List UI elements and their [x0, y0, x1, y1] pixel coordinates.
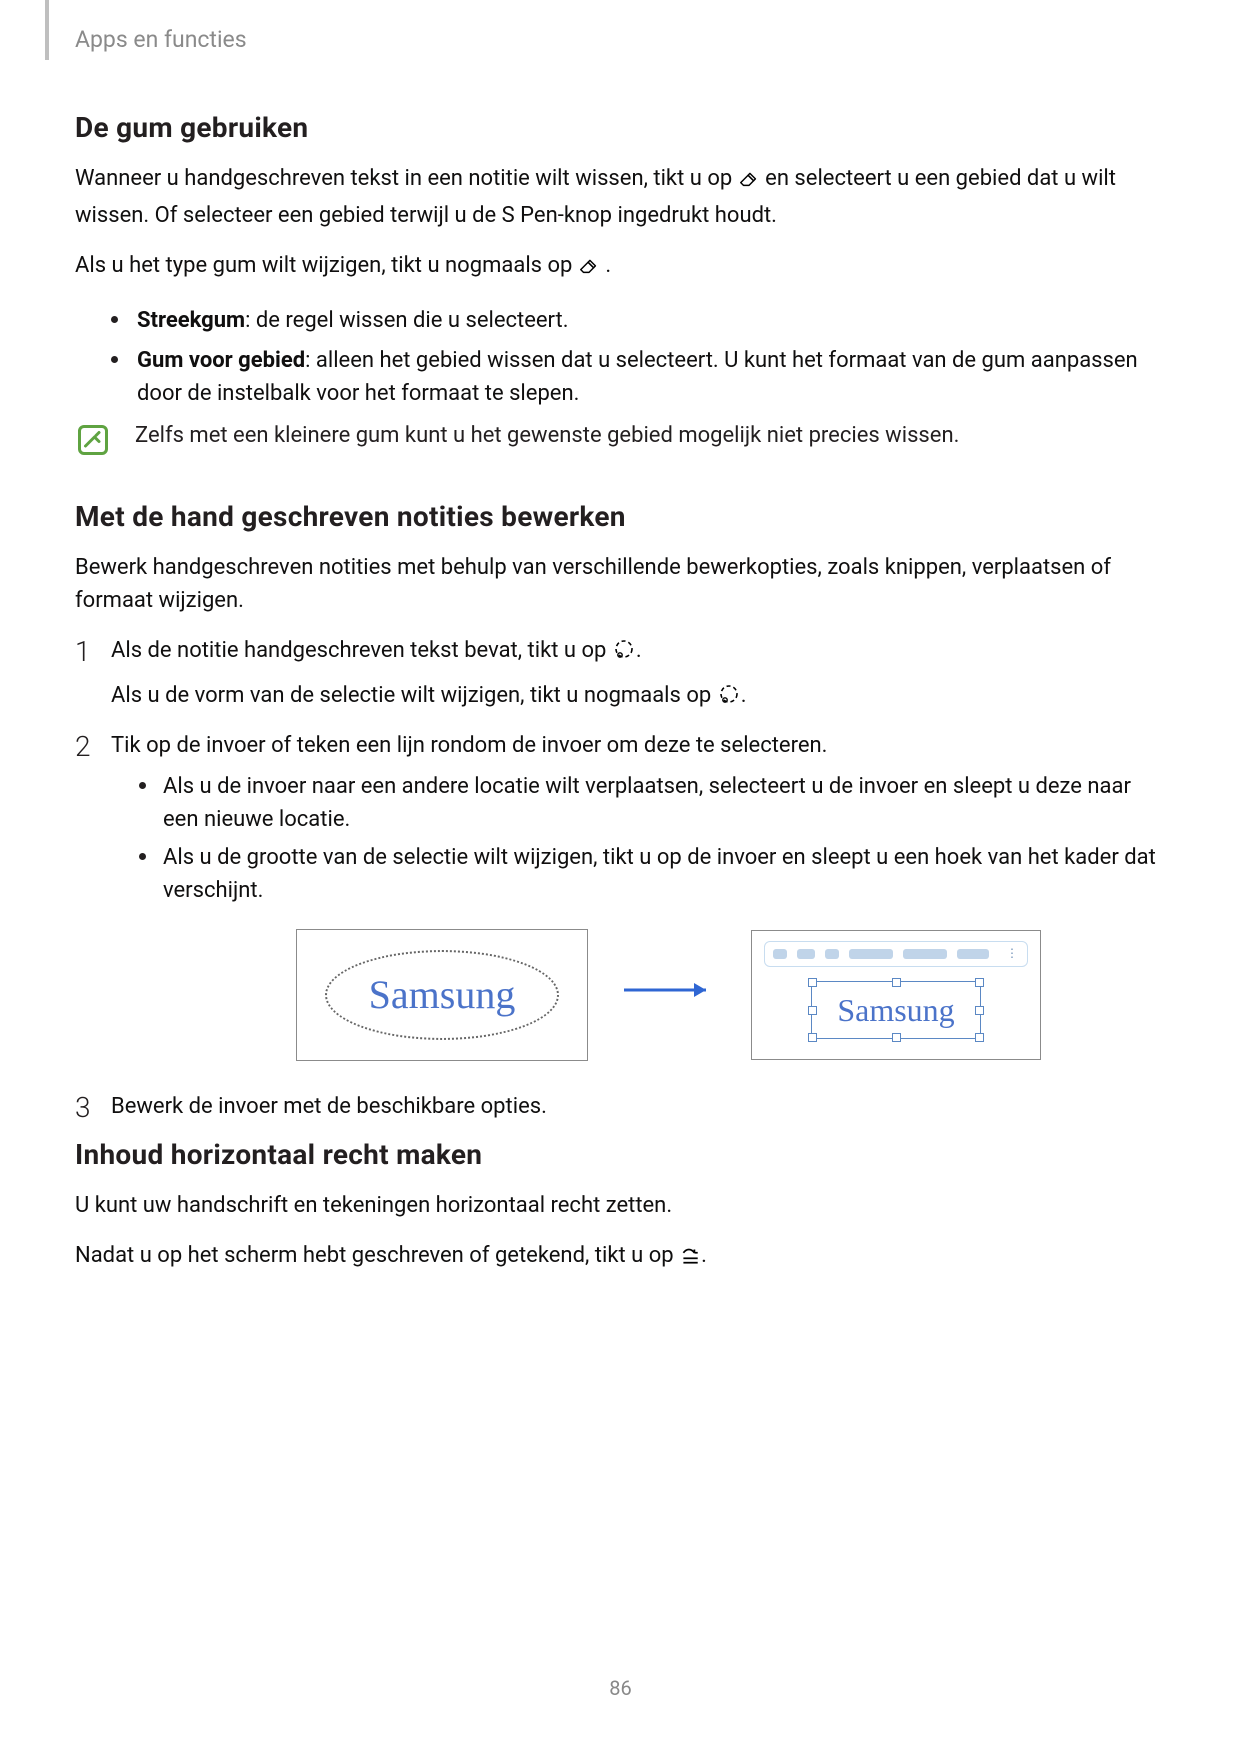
- more-icon: ⋮: [1006, 945, 1019, 963]
- paragraph: Bewerk de invoer met de beschikbare opti…: [111, 1091, 1166, 1124]
- heading-edit-handwriting: Met de hand geschreven notities bewerken: [75, 500, 1166, 533]
- eraser-icon: [578, 254, 600, 287]
- paragraph: Als de notitie handgeschreven tekst beva…: [111, 635, 1166, 672]
- straighten-icon: [679, 1244, 701, 1277]
- selection-toolbar: ⋮: [764, 941, 1028, 967]
- text: Nadat u op het scherm hebt geschreven of…: [75, 1243, 679, 1268]
- illustration-before: Samsung: [296, 929, 588, 1061]
- heading-gum: De gum gebruiken: [75, 111, 1166, 144]
- text: .: [636, 638, 642, 663]
- step-number: 2: [75, 726, 91, 767]
- list-item-term: Streekgum: [137, 308, 245, 333]
- list-item: Als u de invoer naar een andere locatie …: [139, 771, 1166, 836]
- header-accent-rule: [45, 0, 49, 60]
- step-number: 3: [75, 1087, 91, 1128]
- step-item: 1 Als de notitie handgeschreven tekst be…: [75, 635, 1166, 716]
- paragraph: U kunt uw handschrift en tekeningen hori…: [75, 1190, 1166, 1223]
- page-number: 86: [0, 1676, 1241, 1700]
- handwriting-sample: Samsung: [369, 975, 516, 1015]
- text: Als u de vorm van de selectie wilt wijzi…: [111, 683, 717, 708]
- text: .: [701, 1243, 707, 1268]
- paragraph: Bewerk handgeschreven notities met behul…: [75, 552, 1166, 617]
- list-item-rest: : de regel wissen die u selecteert.: [245, 308, 568, 333]
- text: Als de notitie handgeschreven tekst beva…: [111, 638, 612, 663]
- paragraph: Als u het type gum wilt wijzigen, tikt u…: [75, 250, 1166, 287]
- section-breadcrumb: Apps en functies: [75, 0, 1166, 111]
- illustration: Samsung ⋮ Samsung: [171, 929, 1166, 1061]
- note-text: Zelfs met een kleinere gum kunt u het ge…: [135, 420, 959, 452]
- paragraph: Nadat u op het scherm hebt geschreven of…: [75, 1240, 1166, 1277]
- text: .: [741, 683, 747, 708]
- lasso-icon: [717, 682, 741, 717]
- paragraph: Als u de vorm van de selectie wilt wijzi…: [111, 680, 1166, 717]
- step-item: 3 Bewerk de invoer met de beschikbare op…: [75, 1091, 1166, 1124]
- heading-straighten: Inhoud horizontaal recht maken: [75, 1138, 1166, 1171]
- step-item: 2 Tik op de invoer of teken een lijn ron…: [75, 730, 1166, 1061]
- list-item-term: Gum voor gebied: [137, 348, 305, 373]
- handwriting-sample: Samsung: [837, 994, 954, 1026]
- list-item: Streekgum: de regel wissen die u selecte…: [111, 305, 1166, 338]
- selection-bounding-box: Samsung: [811, 981, 981, 1039]
- lasso-selection-outline: Samsung: [325, 950, 559, 1040]
- text: Wanneer u handgeschreven tekst in een no…: [75, 166, 738, 191]
- text: Als u het type gum wilt wijzigen, tikt u…: [75, 253, 578, 278]
- list-item: Gum voor gebied: alleen het gebied wisse…: [111, 345, 1166, 410]
- illustration-after: ⋮ Samsung: [751, 930, 1041, 1060]
- lasso-icon: [612, 637, 636, 672]
- paragraph: Wanneer u handgeschreven tekst in een no…: [75, 163, 1166, 232]
- note-icon: [75, 422, 111, 462]
- paragraph: Tik op de invoer of teken een lijn rondo…: [111, 730, 1166, 763]
- text: .: [605, 253, 611, 278]
- list-item: Als u de grootte van de selectie wilt wi…: [139, 842, 1166, 907]
- step-number: 1: [75, 631, 91, 672]
- arrow-right-icon: [622, 978, 717, 1013]
- eraser-icon: [738, 167, 760, 200]
